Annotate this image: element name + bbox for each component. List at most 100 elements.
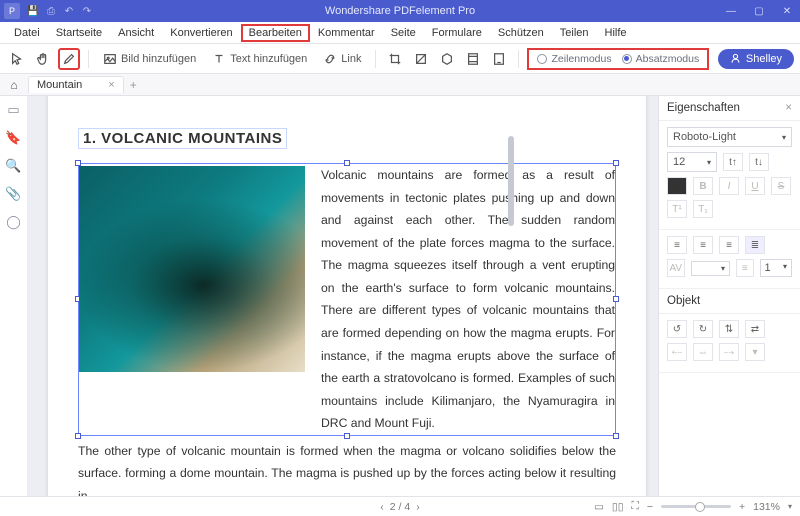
hand-tool-icon[interactable] (32, 48, 54, 70)
zoom-in-button[interactable]: + (739, 501, 745, 513)
menu-datei[interactable]: Datei (6, 24, 48, 42)
next-page-button[interactable]: › (416, 501, 420, 513)
save-icon[interactable]: 💾 (27, 5, 39, 17)
char-spacing-icon[interactable]: AV (667, 259, 685, 277)
minimize-button[interactable]: — (718, 1, 744, 21)
close-panel-icon[interactable]: × (785, 102, 792, 114)
zoom-slider[interactable] (661, 505, 731, 508)
edit-mode-group: Zeilenmodus Absatzmodus (527, 48, 709, 70)
vertical-scrollbar[interactable] (506, 96, 516, 496)
background-tool-icon[interactable] (436, 48, 458, 70)
comments-icon[interactable]: ◯ (6, 214, 22, 230)
font-color-button[interactable] (667, 177, 687, 195)
menubar: Datei Startseite Ansicht Konvertieren Be… (0, 22, 800, 44)
select-tool-icon[interactable] (6, 48, 28, 70)
increase-size-icon[interactable]: t↑ (723, 153, 743, 171)
obj-align-left-icon[interactable]: ⤌ (667, 343, 687, 361)
zoom-dropdown-icon[interactable]: ▾ (788, 502, 792, 511)
rotate-ccw-icon[interactable]: ↺ (667, 320, 687, 338)
properties-panel: Eigenschaften × Roboto-Light▾ 12▾ t↑ t↓ … (658, 96, 800, 496)
italic-button[interactable]: I (719, 177, 739, 195)
new-tab-button[interactable]: + (130, 78, 137, 92)
document-canvas[interactable]: 1. VOLCANIC MOUNTAINS Volcanic mountains… (28, 96, 658, 496)
menu-konvertieren[interactable]: Konvertieren (162, 24, 240, 42)
menu-kommentar[interactable]: Kommentar (310, 24, 383, 42)
toolbar: Bild hinzufügen Text hinzufügen Link Zei… (0, 44, 800, 74)
font-family-select[interactable]: Roboto-Light▾ (667, 127, 792, 147)
maximize-button[interactable]: ▢ (746, 1, 772, 21)
selected-text-block[interactable]: Volcanic mountains are formed as a resul… (78, 163, 616, 436)
home-tab-icon[interactable]: ⌂ (4, 75, 24, 95)
align-left-button[interactable]: ≡ (667, 236, 687, 254)
divider (375, 50, 376, 68)
pdf-page: 1. VOLCANIC MOUNTAINS Volcanic mountains… (48, 96, 646, 496)
print-icon[interactable]: ⎙ (45, 5, 57, 17)
page-indicator[interactable]: 2 / 4 (390, 501, 410, 513)
menu-seite[interactable]: Seite (383, 24, 424, 42)
fullscreen-icon[interactable]: ⛶ (631, 500, 638, 513)
bold-button[interactable]: B (693, 177, 713, 195)
font-size-select[interactable]: 12▾ (667, 152, 717, 172)
char-spacing-input[interactable]: ▾ (691, 261, 730, 276)
divider (88, 50, 89, 68)
add-image-button[interactable]: Bild hinzufügen (97, 49, 202, 69)
menu-ansicht[interactable]: Ansicht (110, 24, 162, 42)
prev-page-button[interactable]: ‹ (380, 501, 384, 513)
close-tab-icon[interactable]: × (108, 79, 114, 91)
divider (518, 50, 519, 68)
bates-tool-icon[interactable] (488, 48, 510, 70)
strike-button[interactable]: S (771, 177, 791, 195)
menu-hilfe[interactable]: Hilfe (597, 24, 635, 42)
search-icon[interactable]: 🔍 (6, 158, 22, 174)
doc-paragraph-2[interactable]: The other type of volcanic mountain is f… (78, 440, 616, 496)
status-bar: ‹ 2 / 4 › ▭ ▯▯ ⛶ − + 131% ▾ (0, 496, 800, 516)
line-spacing-icon[interactable]: ≡ (736, 259, 754, 277)
thumbnails-icon[interactable]: ▭ (6, 102, 22, 118)
menu-startseite[interactable]: Startseite (48, 24, 110, 42)
edit-tool-icon[interactable] (58, 48, 80, 70)
doc-tab[interactable]: Mountain × (28, 76, 124, 93)
properties-header: Eigenschaften × (659, 96, 800, 121)
superscript-button[interactable]: T¹ (667, 200, 687, 218)
obj-more-icon[interactable]: ▾ (745, 343, 765, 361)
doc-tab-label: Mountain (37, 79, 82, 91)
underline-button[interactable]: U (745, 177, 765, 195)
line-mode-radio[interactable]: Zeilenmodus (537, 53, 611, 65)
obj-align-center-icon[interactable]: ⇔ (693, 343, 713, 361)
app-title: Wondershare PDFelement Pro (0, 5, 800, 17)
watermark-tool-icon[interactable] (410, 48, 432, 70)
main-area: ▭ 🔖 🔍 📎 ◯ 1. VOLCANIC MOUNTAINS Volcanic… (0, 96, 800, 496)
flip-v-icon[interactable]: ⇅ (719, 320, 739, 338)
doc-paragraph-1[interactable]: Volcanic mountains are formed as a resul… (321, 164, 615, 435)
user-button[interactable]: Shelley (718, 49, 794, 69)
menu-schuetzen[interactable]: Schützen (490, 24, 552, 42)
add-text-button[interactable]: Text hinzufügen (206, 49, 313, 69)
decrease-size-icon[interactable]: t↓ (749, 153, 769, 171)
menu-formulare[interactable]: Formulare (424, 24, 490, 42)
menu-bearbeiten[interactable]: Bearbeiten (241, 24, 310, 42)
rotate-cw-icon[interactable]: ↻ (693, 320, 713, 338)
flip-h-icon[interactable]: ⇄ (745, 320, 765, 338)
view-mode-icon[interactable]: ▭ (594, 501, 604, 513)
menu-teilen[interactable]: Teilen (552, 24, 597, 42)
bookmarks-icon[interactable]: 🔖 (6, 130, 22, 146)
add-link-button[interactable]: Link (317, 49, 367, 69)
line-spacing-input[interactable]: 1▾ (760, 259, 792, 277)
zoom-value[interactable]: 131% (753, 501, 780, 513)
obj-align-right-icon[interactable]: ⤍ (719, 343, 739, 361)
align-right-button[interactable]: ≡ (719, 236, 739, 254)
subscript-button[interactable]: T₁ (693, 200, 713, 218)
attachments-icon[interactable]: 📎 (6, 186, 22, 202)
doc-image[interactable] (79, 166, 305, 372)
crop-tool-icon[interactable] (384, 48, 406, 70)
undo-icon[interactable]: ↶ (63, 5, 75, 17)
redo-icon[interactable]: ↷ (81, 5, 93, 17)
paragraph-mode-radio[interactable]: Absatzmodus (622, 53, 700, 65)
header-footer-icon[interactable] (462, 48, 484, 70)
close-button[interactable]: ✕ (774, 1, 800, 21)
doc-heading[interactable]: 1. VOLCANIC MOUNTAINS (78, 128, 287, 149)
align-center-button[interactable]: ≡ (693, 236, 713, 254)
zoom-out-button[interactable]: − (647, 501, 653, 513)
view-mode-2-icon[interactable]: ▯▯ (612, 501, 624, 513)
align-justify-button[interactable]: ≣ (745, 236, 765, 254)
